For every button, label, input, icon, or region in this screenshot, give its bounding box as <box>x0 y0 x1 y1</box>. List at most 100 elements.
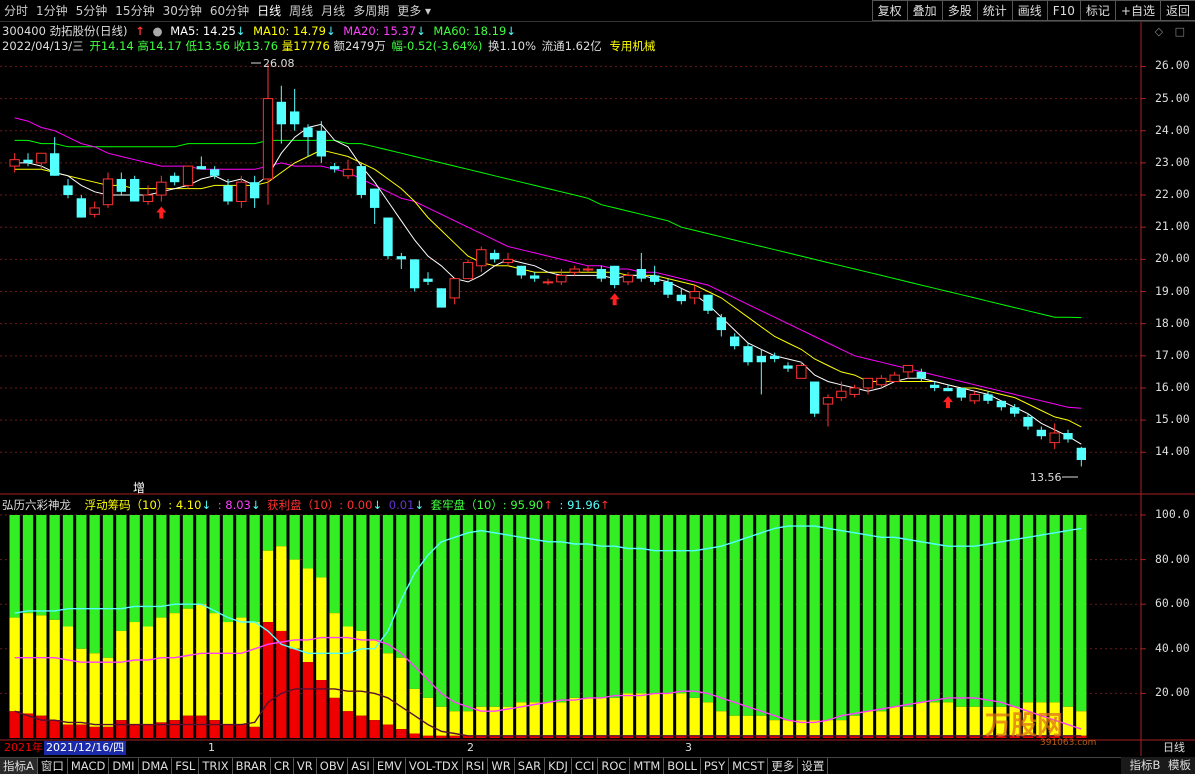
candle-body-up <box>849 387 860 395</box>
trapped-bar <box>876 515 887 712</box>
profit-arrow-icon: ↓ <box>372 498 383 512</box>
trapped-bar <box>809 515 820 721</box>
candle-body-down <box>223 185 233 202</box>
indicator-tab-1[interactable]: 窗口 <box>38 758 68 774</box>
trapped-bar <box>609 515 620 698</box>
candle-body-down <box>650 275 660 282</box>
profit-bar <box>9 711 20 738</box>
indicator-tab-9[interactable]: VR <box>294 758 317 774</box>
trapped-bar <box>476 515 487 707</box>
indicator-tab-12[interactable]: EMV <box>374 758 406 774</box>
indicator-tab-16[interactable]: SAR <box>515 758 546 774</box>
min-price-label: 13.56 <box>1030 471 1062 484</box>
float-chip-arrow-icon: ↓ <box>201 498 212 512</box>
indicator-tab-15[interactable]: WR <box>488 758 515 774</box>
indicator-name[interactable]: 弘历六彩神龙 <box>2 498 71 512</box>
trapped-bar <box>236 515 247 618</box>
float-chip-bar <box>942 702 954 736</box>
indicator-b-button[interactable]: 指标B <box>1129 758 1160 772</box>
indicator-tab-4[interactable]: DMA <box>139 758 173 774</box>
indicator-tab-18[interactable]: CCI <box>572 758 599 774</box>
candle-body-down <box>130 178 140 202</box>
float-chip-bar <box>889 706 900 736</box>
trapped-bar <box>862 515 874 712</box>
indicator-tab-22[interactable]: PSY <box>701 758 730 774</box>
float-chip-bar <box>916 702 927 736</box>
float-chip-value-2: : 8.03 <box>217 498 251 512</box>
watermark-logo: 万股网 <box>985 711 1064 741</box>
indicator-tab-23[interactable]: MCST <box>729 758 769 774</box>
ma10-line <box>14 149 1082 428</box>
float-chip-bar <box>76 648 87 725</box>
trapped-bar <box>636 515 647 694</box>
profit-bar <box>356 715 367 738</box>
trapped-bar <box>289 515 300 560</box>
month-label-1: 1 <box>208 741 215 754</box>
float-chip-bar <box>1076 711 1087 736</box>
profit-bar <box>209 720 220 738</box>
indicator-tab-5[interactable]: FSL <box>172 758 200 774</box>
candle-body-up <box>182 165 194 186</box>
profit-bar <box>89 726 100 738</box>
candle-body-down <box>956 387 966 398</box>
candle-body-up <box>622 274 634 283</box>
price-tick-label: 19.00 <box>1155 283 1190 298</box>
candle-body-down <box>370 188 380 208</box>
trapped-bar <box>889 515 900 707</box>
indicator-tab-14[interactable]: RSI <box>463 758 489 774</box>
candle-body-down <box>436 288 446 308</box>
indicator-tab-24[interactable]: 更多 <box>768 758 799 774</box>
indicator-tab-20[interactable]: MTM <box>630 758 665 774</box>
float-chip-bar <box>556 702 567 736</box>
indicator-tick-label: 40.00 <box>1155 640 1190 655</box>
float-chip-bar <box>382 653 394 725</box>
price-tick-label: 24.00 <box>1155 122 1190 137</box>
template-button[interactable]: 模板 <box>1168 758 1191 772</box>
candle-body-up <box>902 364 914 373</box>
float-chip-bar <box>636 693 647 736</box>
price-tick-label: 16.00 <box>1155 379 1190 394</box>
profit-bar <box>382 724 394 738</box>
max-price-label: 26.08 <box>263 57 295 70</box>
indicator-tab-6[interactable]: TRIX <box>199 758 233 774</box>
candle-body-down <box>1076 447 1086 460</box>
profit-bar <box>449 735 460 738</box>
profit-bar <box>142 724 154 738</box>
indicator-tab-19[interactable]: ROC <box>598 758 631 774</box>
trapped-bar <box>942 515 954 703</box>
candle-body-up <box>156 181 167 196</box>
trapped-bar <box>116 515 127 631</box>
indicator-title-line: 弘历六彩神龙 浮动筹码（10）: 4.10↓ : 8.03↓ 获利盘（10）: … <box>2 497 613 513</box>
float-chip-bar <box>276 546 287 631</box>
candle-body-up <box>796 364 807 379</box>
float-chip-bar <box>116 630 127 721</box>
profit-bar <box>302 662 314 738</box>
candle-body-down <box>116 178 126 192</box>
indicator-tab-21[interactable]: BOLL <box>664 758 701 774</box>
indicator-tab-13[interactable]: VOL-TDX <box>406 758 463 774</box>
candle-body-up <box>876 377 887 386</box>
profit-bar <box>342 711 354 738</box>
trapped-bar <box>76 515 87 649</box>
candle-body-up <box>556 274 567 283</box>
candlestick-chart[interactable]: 26.08 13.56 增 <box>0 0 1195 774</box>
trapped-bar <box>542 515 554 703</box>
trapped-bar <box>329 515 340 614</box>
indicator-tab-10[interactable]: OBV <box>317 758 349 774</box>
indicator-tab-0[interactable]: 指标A <box>0 758 38 774</box>
indicator-tab-3[interactable]: DMI <box>109 758 139 774</box>
indicator-tab-2[interactable]: MACD <box>68 758 110 774</box>
indicator-tab-7[interactable]: BRAR <box>233 758 271 774</box>
float-chip-bar <box>782 720 794 736</box>
profit-bar <box>182 715 194 738</box>
ma20-line <box>14 117 1082 409</box>
indicator-tab-8[interactable]: CR <box>271 758 294 774</box>
indicator-tab-25[interactable]: 设置 <box>798 758 829 774</box>
indicator-tab-11[interactable]: ASI <box>348 758 374 774</box>
float-chip-bar <box>956 706 967 736</box>
trapped-bar <box>622 515 634 694</box>
indicator-tab-17[interactable]: KDJ <box>545 758 572 774</box>
candle-body-up <box>262 98 274 180</box>
profit-bar <box>116 720 127 738</box>
candle-body-down <box>63 185 73 196</box>
